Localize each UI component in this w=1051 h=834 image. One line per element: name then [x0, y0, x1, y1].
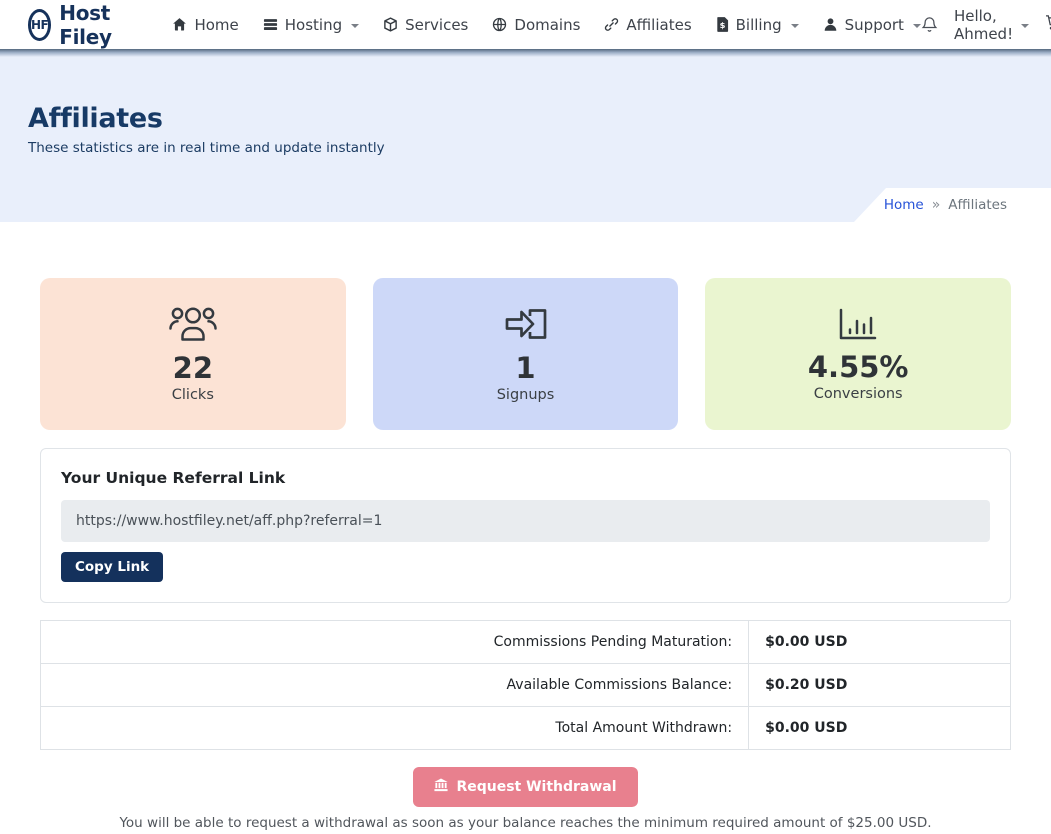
- nav-item-label: Hosting: [285, 16, 342, 34]
- navbar: HF Host Filey Home Hosting Services: [0, 0, 1051, 49]
- table-row: Total Amount Withdrawn: $0.00 USD: [41, 707, 1011, 750]
- chevron-down-icon: [351, 24, 359, 28]
- request-withdrawal-button[interactable]: Request Withdrawal: [413, 767, 637, 807]
- cart-icon: [1045, 14, 1051, 35]
- main-nav: Home Hosting Services Domains Affilia: [172, 16, 920, 34]
- bank-icon: [434, 778, 448, 796]
- server-icon: [263, 17, 278, 32]
- stat-label-signups: Signups: [497, 387, 555, 403]
- link-icon: [604, 17, 619, 32]
- globe-icon: [492, 17, 507, 32]
- withdrawal-minimum-note: You will be able to request a withdrawal…: [40, 815, 1011, 831]
- cart-button[interactable]: 0: [1045, 14, 1051, 35]
- main-content: 22 Clicks 1 Signups: [0, 222, 1051, 831]
- commission-row-value: $0.00 USD: [749, 707, 1011, 750]
- nav-item-domains[interactable]: Domains: [492, 16, 580, 34]
- nav-item-label: Affiliates: [626, 16, 691, 34]
- page-title: Affiliates: [28, 103, 1023, 134]
- table-row: Available Commissions Balance: $0.20 USD: [41, 664, 1011, 707]
- withdraw-row: Request Withdrawal: [40, 767, 1011, 807]
- svg-text:$: $: [719, 20, 725, 30]
- breadcrumb: Home » Affiliates: [854, 188, 1051, 222]
- commission-row-value: $0.20 USD: [749, 664, 1011, 707]
- page-header: Affiliates These statistics are in real …: [0, 49, 1051, 222]
- copy-link-button[interactable]: Copy Link: [61, 552, 163, 582]
- nav-item-label: Home: [194, 16, 238, 34]
- home-icon: [172, 17, 187, 32]
- commissions-table: Commissions Pending Maturation: $0.00 US…: [40, 620, 1011, 750]
- stat-value-signups: 1: [515, 352, 535, 385]
- nav-item-services[interactable]: Services: [383, 16, 468, 34]
- commission-row-label: Commissions Pending Maturation:: [41, 621, 749, 664]
- stat-label-clicks: Clicks: [172, 387, 214, 403]
- commission-row-value: $0.00 USD: [749, 621, 1011, 664]
- navbar-right: Hello, Ahmed! 0: [921, 7, 1051, 43]
- stats-row: 22 Clicks 1 Signups: [40, 278, 1011, 430]
- brand-logo[interactable]: HF Host Filey: [28, 1, 120, 49]
- chevron-down-icon: [1021, 24, 1029, 28]
- page-subtitle: These statistics are in real time and up…: [28, 140, 1023, 156]
- signin-icon: [504, 305, 548, 343]
- nav-item-support[interactable]: Support: [823, 16, 921, 34]
- nav-item-billing[interactable]: $ Billing: [716, 16, 799, 34]
- notifications-bell-icon[interactable]: [921, 16, 938, 33]
- breadcrumb-separator: »: [932, 197, 941, 213]
- nav-item-label: Domains: [514, 16, 580, 34]
- referral-link-input[interactable]: [61, 500, 990, 542]
- commission-row-label: Total Amount Withdrawn:: [41, 707, 749, 750]
- cube-icon: [383, 17, 398, 32]
- stat-card-conversions: 4.55% Conversions: [705, 278, 1011, 430]
- chevron-down-icon: [913, 24, 921, 28]
- breadcrumb-home-link[interactable]: Home: [884, 197, 924, 213]
- users-icon: [168, 305, 218, 343]
- nav-item-label: Support: [845, 16, 904, 34]
- user-menu[interactable]: Hello, Ahmed!: [954, 7, 1029, 43]
- breadcrumb-current: Affiliates: [948, 197, 1007, 213]
- chevron-down-icon: [791, 24, 799, 28]
- nav-item-home[interactable]: Home: [172, 16, 238, 34]
- nav-item-affiliates[interactable]: Affiliates: [604, 16, 691, 34]
- stat-card-clicks: 22 Clicks: [40, 278, 346, 430]
- stat-value-conversions: 4.55%: [808, 351, 909, 384]
- brand-name: Host Filey: [59, 1, 120, 49]
- nav-item-hosting[interactable]: Hosting: [263, 16, 359, 34]
- referral-card-title: Your Unique Referral Link: [61, 469, 990, 487]
- user-greeting: Hello, Ahmed!: [954, 7, 1013, 43]
- stat-value-clicks: 22: [173, 352, 213, 385]
- referral-link-card: Your Unique Referral Link Copy Link: [40, 448, 1011, 603]
- nav-item-label: Billing: [736, 16, 782, 34]
- person-icon: [823, 17, 838, 32]
- bar-chart-icon: [837, 306, 879, 342]
- commission-row-label: Available Commissions Balance:: [41, 664, 749, 707]
- stat-label-conversions: Conversions: [814, 386, 903, 402]
- nav-item-label: Services: [405, 16, 468, 34]
- request-withdrawal-label: Request Withdrawal: [456, 779, 616, 795]
- table-row: Commissions Pending Maturation: $0.00 US…: [41, 621, 1011, 664]
- brand-logo-icon: HF: [28, 9, 51, 41]
- invoice-icon: $: [716, 17, 729, 32]
- stat-card-signups: 1 Signups: [373, 278, 679, 430]
